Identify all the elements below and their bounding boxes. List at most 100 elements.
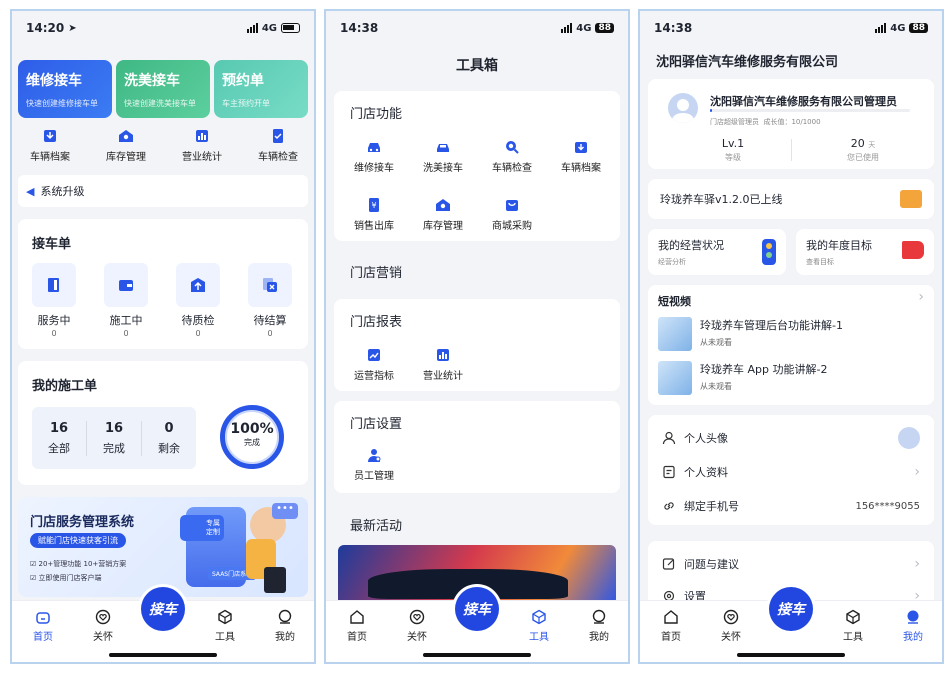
jieche-fab-button[interactable]: 接车	[769, 587, 813, 631]
update-notice[interactable]: 玲珑养车驿v1.2.0已上线	[648, 179, 934, 219]
quick-vehicle-file[interactable]: 车辆档案	[20, 128, 80, 163]
tab-home[interactable]: 首页	[332, 609, 382, 643]
jieche-count: 0	[195, 329, 201, 338]
tab-bar: 首页 关怀 接车 工具 我的	[12, 587, 314, 662]
promo-banner[interactable]: 门店服务管理系统 赋能门店快速获客引流 ☑ 20+管理功能 10+营销方案 ☑ …	[18, 497, 308, 597]
tool-mall-purchase[interactable]: 商城采购	[482, 197, 542, 232]
ops-card[interactable]: 我的经营状况 经营分析	[648, 229, 786, 275]
home-screen: 14:20 ➤ 4G 维修接车 快速创建维修接车单 洗美接车 快速创建洗美接车单…	[10, 9, 316, 664]
phone-value: 156****9055	[855, 500, 920, 512]
chevron-right-icon[interactable]: ›	[918, 289, 924, 305]
tool-wash-jieche[interactable]: 洗美接车	[413, 139, 473, 174]
download-folder-icon	[575, 142, 587, 153]
cube-icon	[846, 609, 860, 625]
quick-inventory[interactable]: 库存管理	[96, 128, 156, 163]
section-title-marketing: 门店营销	[350, 266, 403, 281]
promo-title: 门店服务管理系统	[30, 515, 135, 530]
status-time: 14:20	[26, 21, 65, 35]
company-name: 沈阳驿信汽车维修服务有限公司	[656, 55, 839, 70]
upload-box-icon	[176, 263, 220, 307]
section-title: 门店功能	[350, 107, 403, 122]
goal-card[interactable]: 我的年度目标 查看目标	[796, 229, 934, 275]
row-profile[interactable]: 个人资料 ›	[662, 459, 920, 485]
tab-home[interactable]: 首页	[646, 609, 696, 643]
banner-wash[interactable]: 洗美接车 快速创建洗美接车单	[116, 60, 210, 118]
avatar[interactable]	[668, 93, 698, 123]
tab-label: 首页	[33, 632, 53, 643]
tab-care[interactable]: 关怀	[706, 609, 756, 643]
jieche-in-progress[interactable]: 施工中 0	[98, 263, 154, 338]
traffic-light-icon	[762, 239, 776, 265]
user-icon	[278, 609, 292, 624]
tab-tools[interactable]: 工具	[200, 609, 250, 643]
row-avatar[interactable]: 个人头像	[662, 425, 920, 451]
edit-icon	[662, 558, 675, 570]
jieche-fab-button[interactable]: 接车	[141, 587, 185, 631]
bar-chart-icon	[196, 130, 208, 142]
promo-suitcase	[264, 567, 286, 593]
row-feedback[interactable]: 问题与建议 ›	[662, 551, 920, 577]
flag-icon	[902, 241, 924, 259]
video-item[interactable]: 玲珑养车管理后台功能讲解-1 从未观看	[658, 315, 918, 353]
door-icon	[32, 263, 76, 307]
video-status: 从未观看	[700, 338, 732, 347]
tab-label: 工具	[215, 632, 235, 643]
stat-number: 16	[49, 420, 69, 436]
home-icon	[664, 610, 678, 624]
tab-tools[interactable]: 工具	[828, 609, 878, 643]
svg-text:¥: ¥	[371, 201, 376, 210]
speaker-icon: ◀︎	[26, 184, 35, 198]
staff-icon	[368, 449, 381, 462]
yen-doc-icon: ¥	[369, 198, 379, 212]
tab-tools[interactable]: 工具	[514, 609, 564, 643]
user-card[interactable]: 沈阳驿信汽车维修服务有限公司管理员 门店超级管理员 成长值：10/1000 Lv…	[648, 79, 934, 169]
wallet-icon	[104, 263, 148, 307]
work-stat-all[interactable]: 16 全部	[32, 420, 87, 456]
banner-repair[interactable]: 维修接车 快速创建维修接车单	[18, 60, 112, 118]
video-item[interactable]: 玲珑养车 App 功能讲解-2 从未观看	[658, 359, 918, 397]
home-icon	[350, 610, 364, 624]
network-label: 4G	[261, 22, 277, 34]
jieche-pending-settle[interactable]: 待结算 0	[242, 263, 298, 338]
quick-label: 库存管理	[106, 152, 146, 163]
work-stat-remaining[interactable]: 0 剩余	[142, 421, 196, 456]
tab-mine[interactable]: 我的	[260, 609, 310, 643]
row-label: 问题与建议	[684, 558, 739, 571]
status-bar: 14:20 ➤ 4G	[12, 11, 314, 45]
tab-label: 首页	[661, 632, 681, 643]
tab-care[interactable]: 关怀	[78, 609, 128, 643]
jieche-card: 接车单 服务中 0 施工中 0 待质检 0 待结算 0	[18, 219, 308, 349]
tool-vehicle-file[interactable]: 车辆档案	[551, 139, 611, 174]
tab-mine[interactable]: 我的	[888, 609, 938, 643]
jieche-fab-button[interactable]: 接车	[455, 587, 499, 631]
tool-label: 洗美接车	[423, 163, 463, 174]
tool-staff-manage[interactable]: 员工管理	[344, 447, 404, 482]
tab-care[interactable]: 关怀	[392, 609, 442, 643]
tool-repair-jieche[interactable]: 维修接车	[344, 139, 404, 174]
quick-label: 车辆档案	[30, 152, 70, 163]
section-title: 接车单	[32, 237, 72, 252]
tool-inspection[interactable]: 车辆检查	[482, 139, 542, 174]
jieche-in-service[interactable]: 服务中 0	[26, 263, 82, 338]
quick-inspection[interactable]: 车辆检查	[248, 128, 308, 163]
banner-appointment[interactable]: 预约单 车主预约开单	[214, 60, 308, 118]
tab-label: 我的	[275, 632, 295, 643]
battery-icon	[281, 23, 300, 33]
jieche-pending-qc[interactable]: 待质检 0	[170, 263, 226, 338]
row-phone[interactable]: 绑定手机号 156****9055	[662, 493, 920, 519]
tool-business-stats[interactable]: 营业统计	[413, 347, 473, 382]
work-order-card: 我的施工单 16 全部 16 完成 0 剩余 100% 完成	[18, 361, 308, 485]
divider	[791, 139, 792, 161]
tab-home[interactable]: 首页	[18, 609, 68, 643]
tab-mine[interactable]: 我的	[574, 609, 624, 643]
work-stat-done[interactable]: 16 完成	[87, 420, 142, 456]
notice-bar[interactable]: ◀︎ 系统升级	[18, 175, 308, 207]
tool-ops-metrics[interactable]: 运营指标	[344, 347, 404, 382]
section-title: 门店设置	[350, 417, 403, 432]
banner-subtitle: 车主预约开单	[222, 99, 270, 108]
quick-stats[interactable]: 营业统计	[172, 128, 232, 163]
store-functions-card: 门店功能 维修接车 洗美接车 车辆检查 车辆档案 ¥ 销售出库 库存管理 商城采…	[334, 91, 620, 241]
tool-inventory[interactable]: 库存管理	[413, 197, 473, 232]
jieche-count: 0	[267, 329, 273, 338]
tool-sales-out[interactable]: ¥ 销售出库	[344, 197, 404, 232]
